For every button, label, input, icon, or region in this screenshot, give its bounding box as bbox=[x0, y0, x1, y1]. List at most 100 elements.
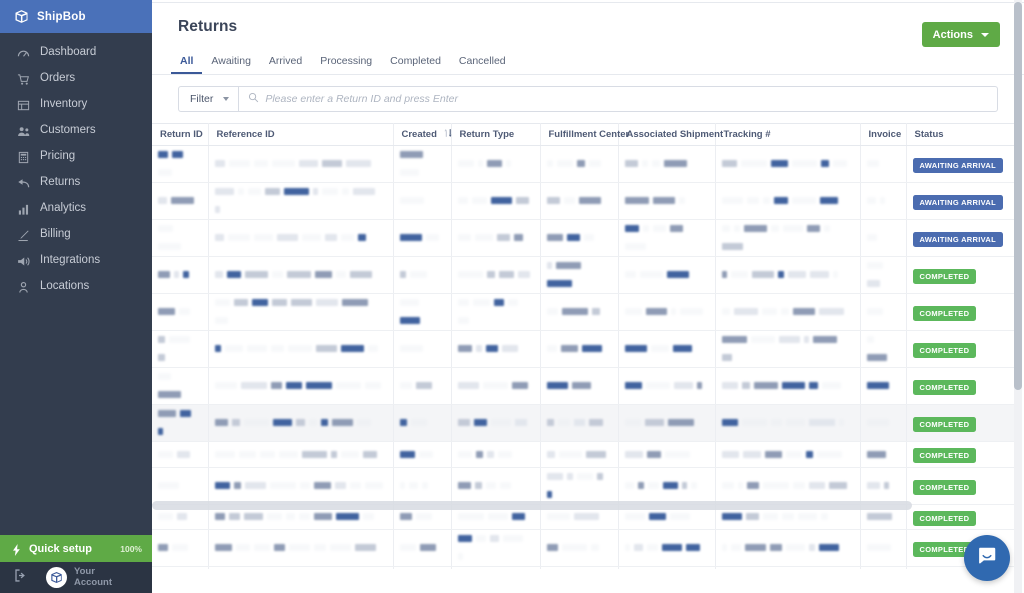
table-cell-status[interactable]: COMPLETED bbox=[906, 256, 1021, 294]
sidebar-item-inventory[interactable]: Inventory bbox=[0, 92, 152, 118]
sidebar-item-returns[interactable]: Returns bbox=[0, 170, 152, 196]
table-row[interactable]: COMPLETED bbox=[152, 404, 1021, 442]
table-cell[interactable] bbox=[393, 566, 452, 569]
intercom-chat-button[interactable] bbox=[964, 535, 1010, 581]
table-cell-status[interactable]: COMPLETED bbox=[906, 367, 1021, 405]
table-cell[interactable] bbox=[152, 566, 209, 569]
table-cell[interactable] bbox=[208, 467, 394, 505]
table-cell[interactable] bbox=[860, 529, 907, 567]
table-cell[interactable] bbox=[618, 293, 716, 331]
table-cell[interactable] bbox=[393, 330, 452, 368]
table-cell-status[interactable]: COMPLETED bbox=[906, 293, 1021, 331]
table-row[interactable]: COMPLETED bbox=[152, 330, 1021, 368]
table-cell[interactable] bbox=[152, 256, 209, 294]
table-cell[interactable] bbox=[715, 219, 861, 257]
table-cell[interactable] bbox=[860, 441, 907, 468]
table-cell[interactable] bbox=[451, 219, 541, 257]
table-cell-status[interactable]: COMPLETED bbox=[906, 467, 1021, 505]
sidebar-item-billing[interactable]: Billing bbox=[0, 222, 152, 248]
actions-button[interactable]: Actions bbox=[921, 22, 1000, 47]
table-cell[interactable] bbox=[715, 467, 861, 505]
table-cell[interactable] bbox=[618, 404, 716, 442]
table-cell[interactable] bbox=[451, 330, 541, 368]
sidebar-item-integrations[interactable]: Integrations bbox=[0, 248, 152, 274]
table-cell[interactable] bbox=[715, 404, 861, 442]
column-header-status[interactable]: Status bbox=[906, 123, 1021, 146]
table-cell[interactable] bbox=[208, 145, 394, 183]
table-cell[interactable] bbox=[715, 529, 861, 567]
table-cell[interactable] bbox=[540, 467, 619, 505]
tab-completed[interactable]: Completed bbox=[381, 55, 450, 75]
table-cell[interactable] bbox=[393, 404, 452, 442]
table-row[interactable]: AWAITING ARRIVAL bbox=[152, 219, 1021, 257]
table-cell[interactable] bbox=[860, 330, 907, 368]
table-cell[interactable] bbox=[715, 566, 861, 569]
table-cell[interactable] bbox=[860, 367, 907, 405]
sidebar-item-pricing[interactable]: Pricing bbox=[0, 144, 152, 170]
table-cell[interactable] bbox=[393, 293, 452, 331]
table-row[interactable]: COMPLETED bbox=[152, 293, 1021, 331]
tab-arrived[interactable]: Arrived bbox=[260, 55, 311, 75]
table-cell[interactable] bbox=[393, 256, 452, 294]
table-cell[interactable] bbox=[152, 529, 209, 567]
table-cell[interactable] bbox=[860, 404, 907, 442]
column-header-associated-shipment[interactable]: Associated Shipment bbox=[618, 123, 723, 146]
table-row[interactable]: COMPLETED bbox=[152, 467, 1021, 505]
column-header-tracking[interactable]: Tracking # bbox=[715, 123, 861, 146]
table-cell-status[interactable]: COMPLETED bbox=[906, 330, 1021, 368]
table-cell-status[interactable]: COMPLETED bbox=[906, 504, 1021, 530]
table-row[interactable]: AWAITING ARRIVAL bbox=[152, 182, 1021, 220]
table-cell[interactable] bbox=[393, 529, 452, 567]
quick-setup-banner[interactable]: Quick setup 100% bbox=[0, 535, 152, 562]
table-cell[interactable] bbox=[618, 219, 716, 257]
table-cell-status[interactable]: COMPLETED bbox=[906, 404, 1021, 442]
table-cell[interactable] bbox=[715, 330, 861, 368]
table-cell-status[interactable]: COMPLETED bbox=[906, 441, 1021, 468]
table-cell[interactable] bbox=[715, 293, 861, 331]
table-cell[interactable] bbox=[540, 330, 619, 368]
table-cell[interactable] bbox=[208, 441, 394, 468]
column-header-fulfillment-center[interactable]: Fulfillment Center bbox=[540, 123, 629, 146]
table-cell[interactable] bbox=[618, 367, 716, 405]
table-cell[interactable] bbox=[860, 566, 907, 569]
table-cell[interactable] bbox=[393, 182, 452, 220]
table-cell[interactable] bbox=[540, 441, 619, 468]
table-cell[interactable] bbox=[208, 404, 394, 442]
table-cell[interactable] bbox=[152, 219, 209, 257]
sort-updown-icon[interactable] bbox=[444, 128, 452, 141]
table-cell-status[interactable]: AWAITING ARRIVAL bbox=[906, 219, 1021, 257]
table-cell[interactable] bbox=[618, 182, 716, 220]
table-cell[interactable] bbox=[618, 256, 716, 294]
table-cell[interactable] bbox=[618, 145, 716, 183]
sidebar-item-dashboard[interactable]: Dashboard bbox=[0, 40, 152, 66]
table-cell[interactable] bbox=[540, 145, 619, 183]
table-row[interactable]: COMPLETED bbox=[152, 529, 1021, 567]
table-cell[interactable] bbox=[540, 256, 619, 294]
table-cell[interactable] bbox=[152, 330, 209, 368]
table-cell[interactable] bbox=[451, 467, 541, 505]
column-header-reference-id[interactable]: Reference ID bbox=[208, 123, 394, 146]
table-cell[interactable] bbox=[715, 367, 861, 405]
page-vertical-scrollbar-thumb[interactable] bbox=[1014, 2, 1022, 390]
returns-table-container[interactable]: Return ID Reference ID Created Return Ty… bbox=[152, 123, 1024, 569]
table-cell[interactable] bbox=[393, 145, 452, 183]
sidebar-item-analytics[interactable]: Analytics bbox=[0, 196, 152, 222]
table-cell[interactable] bbox=[451, 529, 541, 567]
table-cell[interactable] bbox=[393, 367, 452, 405]
table-cell[interactable] bbox=[618, 529, 716, 567]
table-cell[interactable] bbox=[451, 441, 541, 468]
table-cell[interactable] bbox=[860, 145, 907, 183]
table-cell[interactable] bbox=[152, 467, 209, 505]
table-row[interactable]: COMPLETED bbox=[152, 256, 1021, 294]
table-cell[interactable] bbox=[152, 182, 209, 220]
table-cell[interactable] bbox=[451, 566, 541, 569]
table-cell[interactable] bbox=[715, 145, 861, 183]
table-cell[interactable] bbox=[618, 566, 716, 569]
table-cell[interactable] bbox=[393, 467, 452, 505]
table-cell[interactable] bbox=[540, 219, 619, 257]
table-cell[interactable] bbox=[860, 293, 907, 331]
tab-awaiting[interactable]: Awaiting bbox=[202, 55, 260, 75]
table-cell[interactable] bbox=[618, 441, 716, 468]
table-horizontal-scrollbar[interactable] bbox=[152, 501, 912, 510]
table-cell[interactable] bbox=[540, 293, 619, 331]
